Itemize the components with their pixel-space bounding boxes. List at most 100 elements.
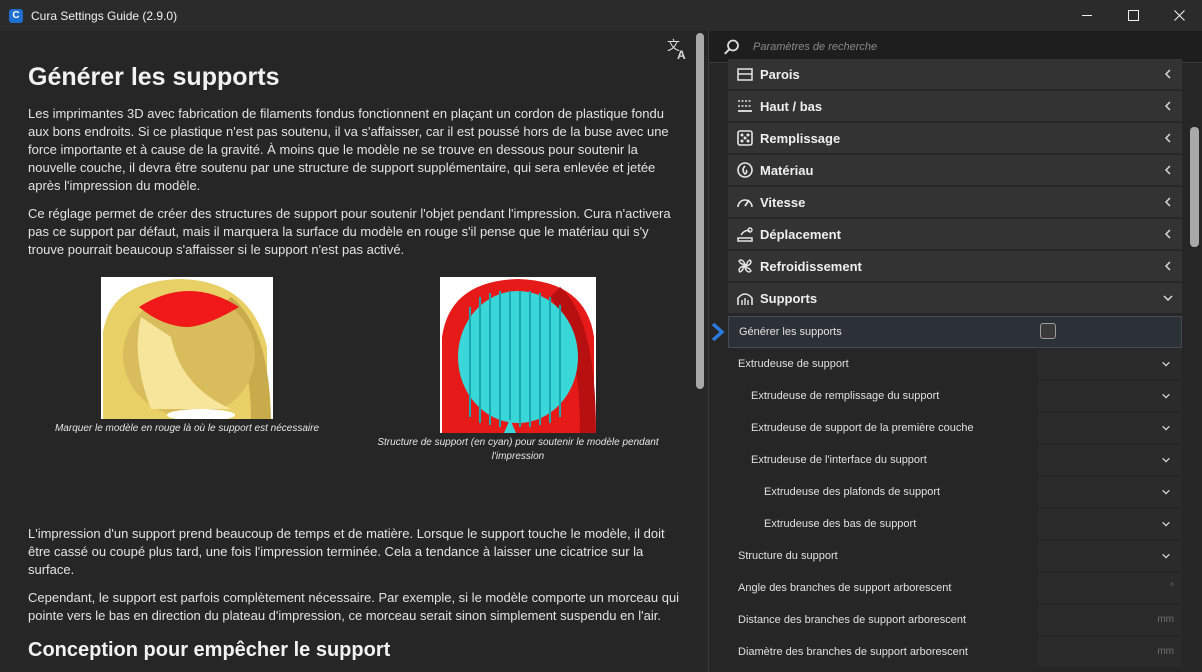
setting-label: Extrudeuse de support de la première cou… <box>751 422 974 434</box>
material-icon <box>736 161 754 179</box>
category-supports[interactable]: Supports <box>728 283 1182 313</box>
setting-label: Générer les supports <box>739 326 842 338</box>
chevron-left-icon <box>1164 101 1171 111</box>
chevron-left-icon <box>1164 69 1171 79</box>
travel-icon <box>736 225 754 243</box>
walls-icon <box>736 65 754 83</box>
category-haut-bas[interactable]: Haut / bas <box>728 91 1182 121</box>
setting-row[interactable]: Extrudeuse des plafonds de support <box>728 476 1182 508</box>
title-bar: C Cura Settings Guide (2.9.0) <box>0 0 1202 31</box>
figure-overhang-marked: Marquer le modèle en rouge là où le supp… <box>42 277 332 436</box>
article-paragraph: Cependant, le support est parfois complè… <box>28 590 680 623</box>
unit-label: mm <box>1157 614 1174 625</box>
figure-row: Marquer le modèle en rouge là où le supp… <box>28 277 684 525</box>
chevron-down-icon <box>1162 489 1170 495</box>
infill-icon <box>736 129 754 147</box>
extruder-dropdown[interactable] <box>1038 509 1182 539</box>
window-title: Cura Settings Guide (2.9.0) <box>31 8 178 23</box>
active-setting-arrow-icon <box>711 322 725 342</box>
translate-icon[interactable]: 文 A <box>666 37 690 61</box>
chevron-down-icon <box>1163 295 1173 302</box>
category-refroidissement[interactable]: Refroidissement <box>728 251 1182 281</box>
close-button[interactable] <box>1156 0 1202 31</box>
chevron-left-icon <box>1164 261 1171 271</box>
setting-row[interactable]: Distance des branches de support arbores… <box>728 604 1182 636</box>
number-input[interactable]: mm <box>1038 605 1182 635</box>
chevron-down-icon <box>1162 393 1170 399</box>
setting-row[interactable]: Extrudeuse de remplissage du support <box>728 380 1182 412</box>
minimize-button[interactable] <box>1064 0 1110 31</box>
setting-row[interactable]: Extrudeuse de l'interface du support <box>728 444 1182 476</box>
category-label: Vitesse <box>760 194 806 210</box>
chevron-down-icon <box>1162 457 1170 463</box>
article-paragraph: Ce réglage permet de créer des structure… <box>28 206 671 257</box>
category-vitesse[interactable]: Vitesse <box>728 187 1182 217</box>
setting-row[interactable]: Extrudeuse de support de la première cou… <box>728 412 1182 444</box>
category-label: Matériau <box>760 162 814 178</box>
extruder-dropdown[interactable] <box>1038 349 1182 379</box>
extruder-dropdown[interactable] <box>1038 477 1182 507</box>
speed-icon <box>736 193 754 211</box>
setting-row[interactable]: Générer les supports <box>728 316 1182 348</box>
settings-panel: Parois Haut / bas Remplissage Matériau Vites… <box>708 31 1202 672</box>
category-d-placement[interactable]: Déplacement <box>728 219 1182 249</box>
category-parois[interactable]: Parois <box>728 59 1182 89</box>
chevron-left-icon <box>1164 165 1171 175</box>
setting-label: Extrudeuse des bas de support <box>764 518 917 530</box>
maximize-icon <box>1127 10 1139 21</box>
chevron-down-icon <box>1162 361 1170 367</box>
extruder-dropdown[interactable] <box>1038 381 1182 411</box>
number-input[interactable]: mm <box>1038 637 1182 667</box>
support-icon <box>736 289 754 307</box>
support-structure-image <box>440 277 596 433</box>
setting-label: Angle des branches de support arborescen… <box>738 582 952 594</box>
generate-support-checkbox[interactable] <box>1040 323 1056 339</box>
setting-label: Extrudeuse de support <box>738 358 849 370</box>
article-scrollbar[interactable] <box>696 33 704 389</box>
category-label: Parois <box>760 66 800 82</box>
figure-caption: Structure de support (en cyan) pour sout… <box>377 437 659 462</box>
overhang-red-model-image <box>101 277 273 419</box>
setting-label: Structure du support <box>738 550 838 562</box>
setting-label: Distance des branches de support arbores… <box>738 614 967 626</box>
search-icon <box>724 39 739 55</box>
article-pane: 文 A Générer les supports Les imprimantes… <box>0 31 708 672</box>
article-title: Générer les supports <box>28 63 280 91</box>
setting-row[interactable]: Structure du support <box>728 540 1182 572</box>
setting-label: Extrudeuse des plafonds de support <box>764 486 941 498</box>
extruder-dropdown[interactable] <box>1038 541 1182 571</box>
setting-row[interactable]: Extrudeuse des bas de support <box>728 508 1182 540</box>
category-label: Refroidissement <box>760 258 862 274</box>
extruder-dropdown[interactable] <box>1038 413 1182 443</box>
maximize-button[interactable] <box>1110 0 1156 31</box>
category-mat-riau[interactable]: Matériau <box>728 155 1182 185</box>
category-label: Haut / bas <box>760 98 823 114</box>
chevron-down-icon <box>1162 425 1170 431</box>
chevron-left-icon <box>1164 197 1171 207</box>
unit-label: mm <box>1157 646 1174 657</box>
setting-label: Extrudeuse de l'interface du support <box>751 454 927 466</box>
category-label: Remplissage <box>760 130 841 146</box>
number-input[interactable]: ° <box>1038 573 1182 603</box>
setting-row[interactable]: Angle des branches de support arborescen… <box>728 572 1182 604</box>
search-input[interactable] <box>753 40 1153 53</box>
cura-app-icon: C <box>9 8 23 23</box>
setting-label: Extrudeuse de remplissage du support <box>751 390 940 402</box>
search-bar <box>709 31 1202 62</box>
figure-caption: Marquer le modèle en rouge là où le supp… <box>54 423 320 434</box>
close-icon <box>1173 10 1185 21</box>
article-subtitle: Conception pour empêcher le support <box>28 639 391 661</box>
chevron-left-icon <box>1164 133 1171 143</box>
minimize-icon <box>1081 15 1092 16</box>
setting-label: Diamètre des branches de support arbores… <box>738 646 968 658</box>
setting-row[interactable]: Extrudeuse de support <box>728 348 1182 380</box>
settings-list: Parois Haut / bas Remplissage Matériau Vites… <box>709 59 1202 672</box>
setting-row[interactable]: Diamètre des branches de support arbores… <box>728 636 1182 668</box>
cooling-fan-icon <box>736 257 754 275</box>
extruder-dropdown[interactable] <box>1038 445 1182 475</box>
settings-scrollbar[interactable] <box>1190 127 1199 247</box>
category-remplissage[interactable]: Remplissage <box>728 123 1182 153</box>
svg-text:A: A <box>677 48 686 61</box>
top-bottom-icon <box>736 97 754 115</box>
chevron-down-icon <box>1162 553 1170 559</box>
